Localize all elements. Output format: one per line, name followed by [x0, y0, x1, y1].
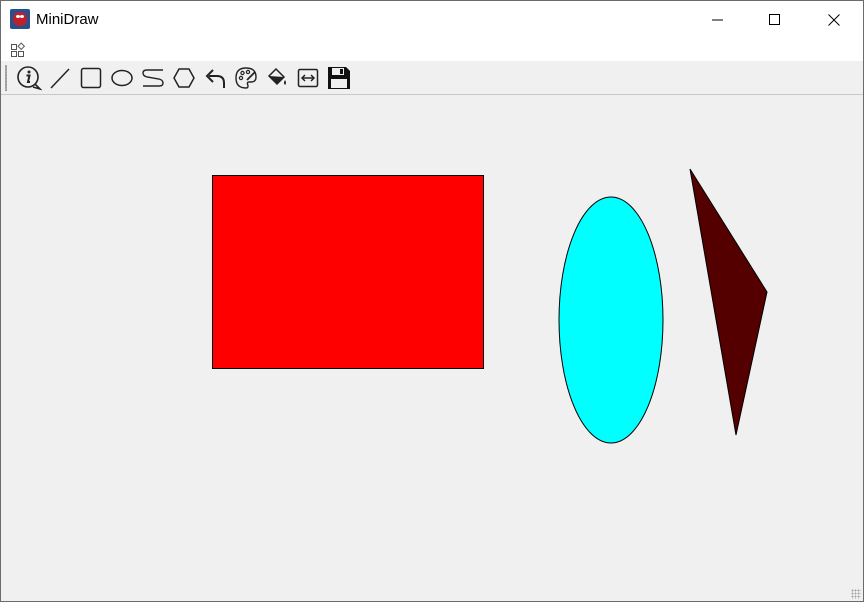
- line-tool-button[interactable]: [46, 64, 74, 92]
- toolbar: [1, 61, 863, 95]
- resize-grip[interactable]: [851, 589, 861, 599]
- undo-arrow-icon: [205, 69, 225, 88]
- color-button[interactable]: [232, 64, 260, 92]
- maximize-icon: [769, 14, 780, 25]
- rectangle-icon: [80, 67, 102, 89]
- close-button[interactable]: [805, 1, 863, 39]
- window-title: MiniDraw: [36, 11, 99, 28]
- save-button[interactable]: [325, 64, 353, 92]
- minimize-icon: [712, 19, 723, 21]
- freehand-icon: [142, 69, 164, 87]
- toolbar-grip[interactable]: [5, 65, 7, 91]
- ellipse-icon: [111, 69, 133, 87]
- cyan-ellipse: [558, 196, 664, 444]
- ellipse-tool-button[interactable]: [108, 64, 136, 92]
- maximize-button[interactable]: [746, 1, 804, 39]
- app-icon: [10, 9, 30, 29]
- minimize-button[interactable]: [689, 1, 747, 39]
- fill-button[interactable]: [263, 64, 291, 92]
- about-button[interactable]: [15, 64, 43, 92]
- dark-red-triangle: [689, 168, 768, 436]
- main-window: MiniDraw: [0, 0, 864, 602]
- menu-bar: [1, 39, 863, 61]
- polygon-tool-button[interactable]: [170, 64, 198, 92]
- line-width-button[interactable]: [294, 64, 322, 92]
- title-bar[interactable]: MiniDraw: [1, 1, 863, 39]
- width-arrows-icon: [297, 68, 319, 88]
- red-rectangle: [212, 175, 484, 369]
- freehand-tool-button[interactable]: [139, 64, 167, 92]
- drawing-canvas[interactable]: [1, 95, 863, 601]
- close-icon: [828, 14, 840, 26]
- rectangle-tool-button[interactable]: [77, 64, 105, 92]
- menu-grid-icon[interactable]: [10, 42, 26, 58]
- palette-icon: [235, 67, 257, 89]
- paint-bucket-icon: [267, 67, 286, 86]
- line-icon: [50, 68, 70, 89]
- polygon-icon: [173, 68, 195, 88]
- info-bubble-icon: [17, 66, 42, 91]
- floppy-disk-icon: [328, 67, 350, 89]
- undo-button[interactable]: [201, 64, 229, 92]
